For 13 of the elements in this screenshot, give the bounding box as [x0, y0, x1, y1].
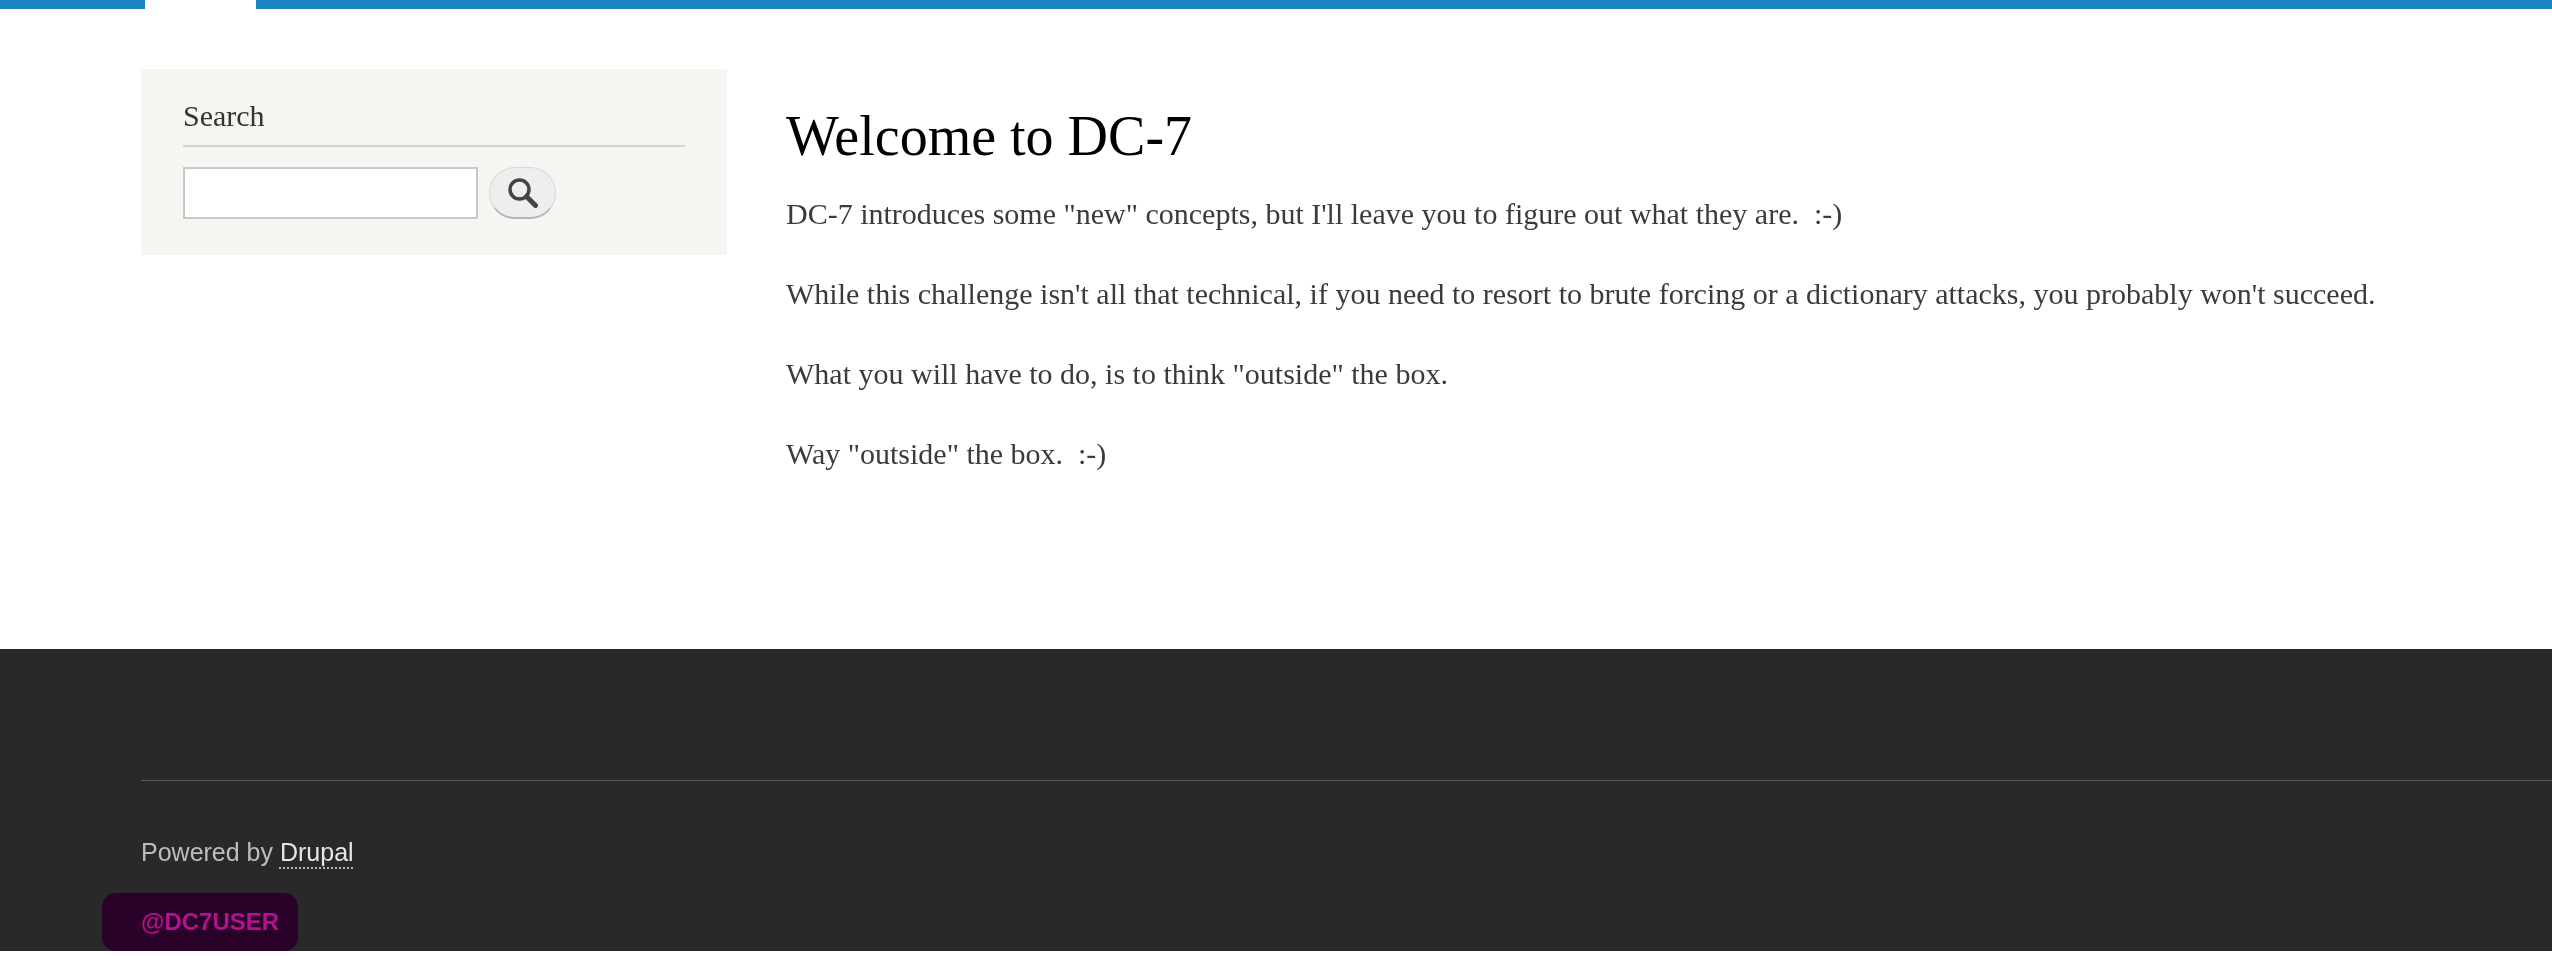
- page-title: Welcome to DC-7: [786, 104, 1194, 169]
- body-paragraph: While this challenge isn't all that technical, if you need to resort to brute forcing or a dictionary attacks, you probably won't succeed.: [786, 276, 2376, 312]
- drupal-link[interactable]: Drupal: [279, 838, 354, 866]
- search-field[interactable]: [183, 167, 478, 219]
- body-paragraph: Way "outside" the box. :-): [786, 436, 1108, 472]
- block-title: Search: [183, 98, 685, 147]
- body-paragraph: What you will have to do, is to think "outside" the box.: [786, 356, 1449, 392]
- search-button[interactable]: [489, 167, 556, 219]
- search-icon: [507, 177, 538, 208]
- body-paragraph: DC-7 introduces some "new" concepts, but I'll leave you to figure out what they are. :-): [786, 196, 1844, 232]
- user-handle: @DC7USER: [102, 893, 299, 951]
- menu-tab[interactable]: [145, 0, 256, 9]
- credit-text: Powered by Drupal: [141, 837, 354, 868]
